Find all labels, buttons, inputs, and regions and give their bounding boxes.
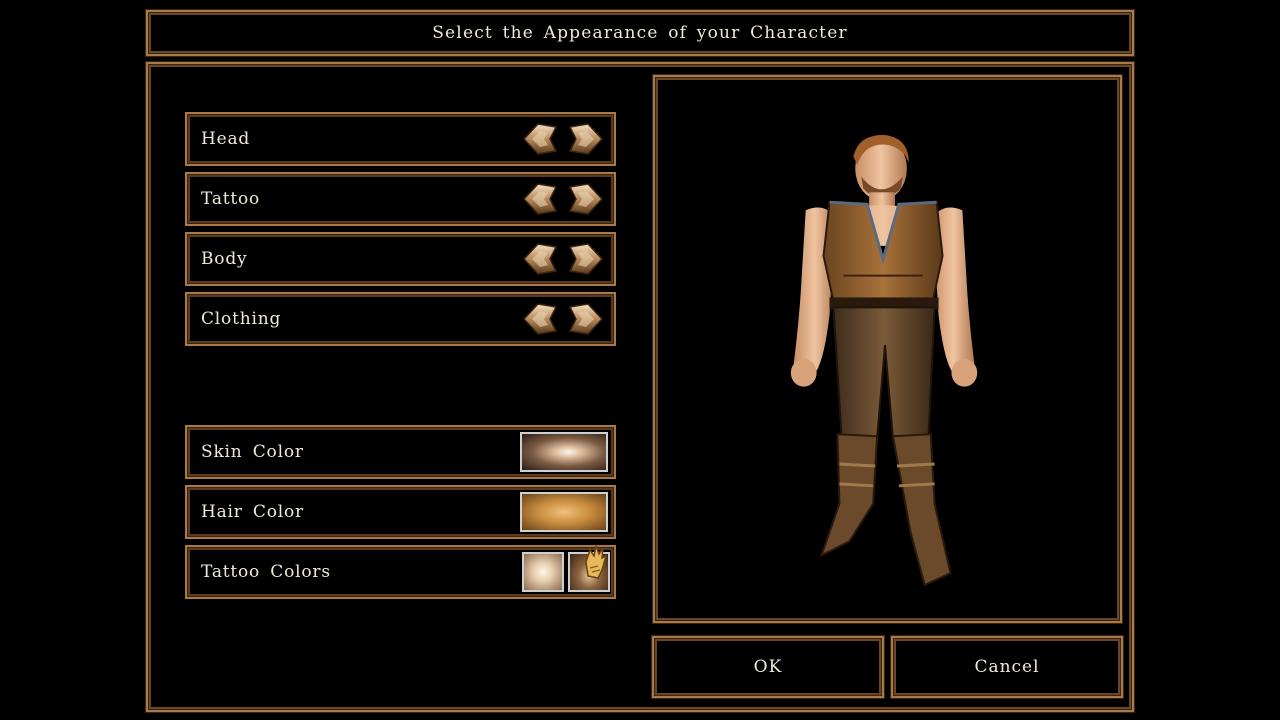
- page-title: Select the Appearance of your Character: [432, 23, 848, 43]
- right-arrow-icon[interactable]: [566, 181, 604, 217]
- option-row-body: Body: [185, 232, 616, 286]
- color-label: Skin Color: [201, 442, 304, 462]
- color-label: Hair Color: [201, 502, 304, 522]
- option-label: Head: [201, 129, 251, 149]
- option-row-head: Head: [185, 112, 616, 166]
- right-arrow-icon[interactable]: [566, 121, 604, 157]
- color-row-tattoo: Tattoo Colors: [185, 543, 616, 599]
- option-row-tattoo: Tattoo: [185, 172, 616, 226]
- right-arrow-icon[interactable]: [566, 241, 604, 277]
- color-row-hair: Hair Color: [185, 485, 616, 539]
- option-label: Clothing: [201, 309, 282, 329]
- cancel-button[interactable]: Cancel: [891, 636, 1123, 698]
- ok-button[interactable]: OK: [652, 636, 884, 698]
- skin-color-swatch[interactable]: [520, 432, 608, 472]
- color-label: Tattoo Colors: [201, 562, 331, 582]
- ok-button-label: OK: [753, 657, 783, 677]
- left-arrow-icon[interactable]: [522, 121, 560, 157]
- left-arrow-icon[interactable]: [522, 301, 560, 337]
- option-label: Tattoo: [201, 189, 261, 209]
- option-row-clothing: Clothing: [185, 292, 616, 346]
- tattoo-color-swatch-1[interactable]: [522, 552, 564, 592]
- title-bar: Select the Appearance of your Character: [146, 10, 1134, 56]
- option-label: Body: [201, 249, 248, 269]
- character-model: [790, 134, 978, 587]
- tattoo-color-swatch-2[interactable]: [568, 543, 610, 592]
- left-arrow-icon[interactable]: [522, 181, 560, 217]
- right-arrow-icon[interactable]: [566, 301, 604, 337]
- hair-color-swatch[interactable]: [520, 492, 608, 532]
- color-row-skin: Skin Color: [185, 425, 616, 479]
- gauntlet-cursor-icon: [585, 543, 608, 579]
- cancel-button-label: Cancel: [974, 657, 1040, 677]
- character-preview: [653, 75, 1122, 623]
- left-arrow-icon[interactable]: [522, 241, 560, 277]
